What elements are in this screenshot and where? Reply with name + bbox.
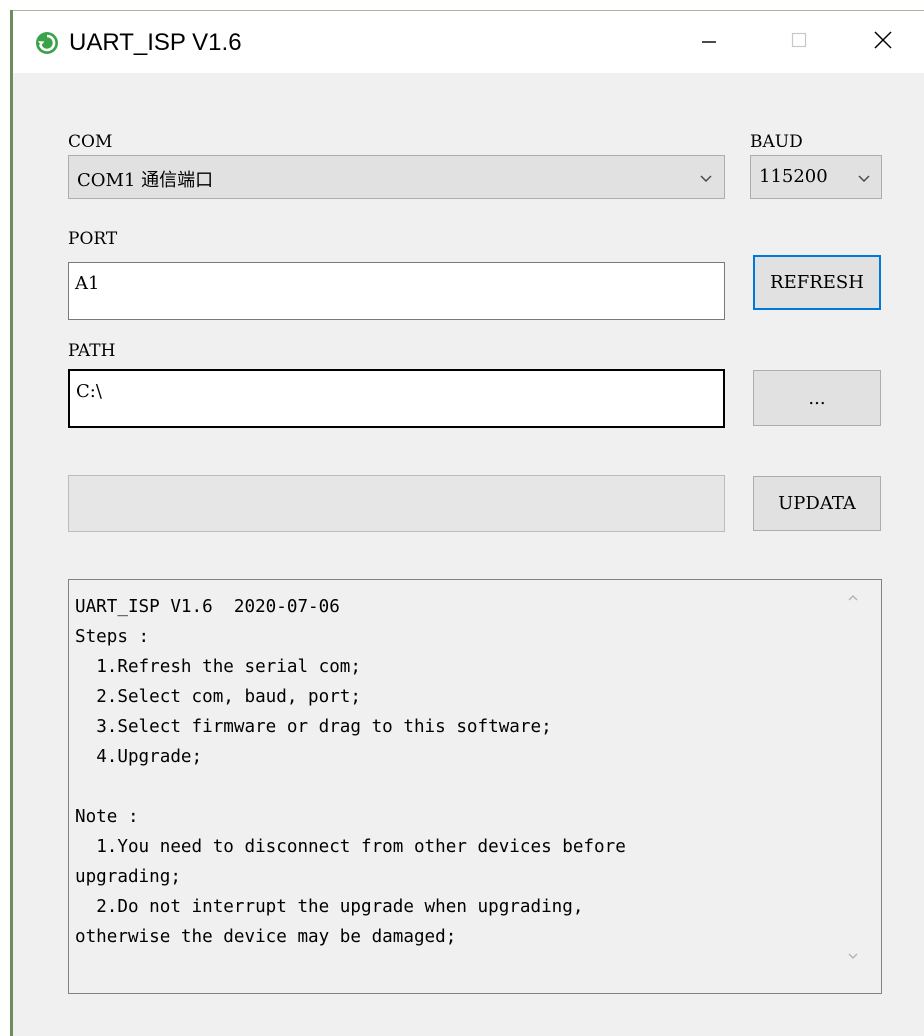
update-button[interactable]: UPDATA	[753, 476, 881, 531]
baud-selected-value: 115200	[759, 166, 828, 187]
com-label: COM	[68, 132, 113, 152]
log-text: UART_ISP V1.6 2020-07-06 Steps : 1.Refre…	[75, 597, 626, 947]
chevron-down-icon	[857, 170, 871, 191]
close-button[interactable]	[853, 11, 913, 73]
maximize-icon	[789, 30, 809, 55]
minimize-button[interactable]	[679, 11, 739, 73]
browse-button[interactable]: ...	[753, 370, 881, 426]
refresh-button[interactable]: REFRESH	[753, 255, 881, 310]
refresh-arrows-icon	[35, 31, 59, 55]
com-select[interactable]: COM1 通信端口	[68, 155, 725, 199]
port-input[interactable]: A1	[68, 262, 725, 320]
desktop-edge	[0, 0, 14, 1036]
port-value: A1	[75, 273, 100, 294]
title-bar[interactable]: UART_ISP V1.6	[13, 11, 924, 73]
chevron-down-icon	[699, 170, 713, 191]
baud-select[interactable]: 115200	[750, 155, 882, 199]
log-textarea[interactable]: UART_ISP V1.6 2020-07-06 Steps : 1.Refre…	[68, 579, 882, 994]
path-input[interactable]: C:\	[68, 369, 725, 428]
scroll-up-icon[interactable]	[843, 588, 863, 608]
path-label: PATH	[68, 341, 116, 361]
path-value: C:\	[76, 381, 102, 402]
close-icon	[872, 29, 894, 56]
scroll-down-icon[interactable]	[843, 946, 863, 966]
com-selected-value: COM1 通信端口	[77, 170, 214, 191]
baud-label: BAUD	[750, 132, 803, 152]
window-title: UART_ISP V1.6	[69, 29, 242, 56]
port-label: PORT	[68, 229, 118, 249]
maximize-button[interactable]	[769, 11, 829, 73]
app-window: UART_ISP V1.6 COM COM1 通信端口 BAUD 115200 …	[13, 10, 924, 1036]
progress-bar	[68, 475, 725, 532]
minimize-icon	[699, 30, 719, 55]
